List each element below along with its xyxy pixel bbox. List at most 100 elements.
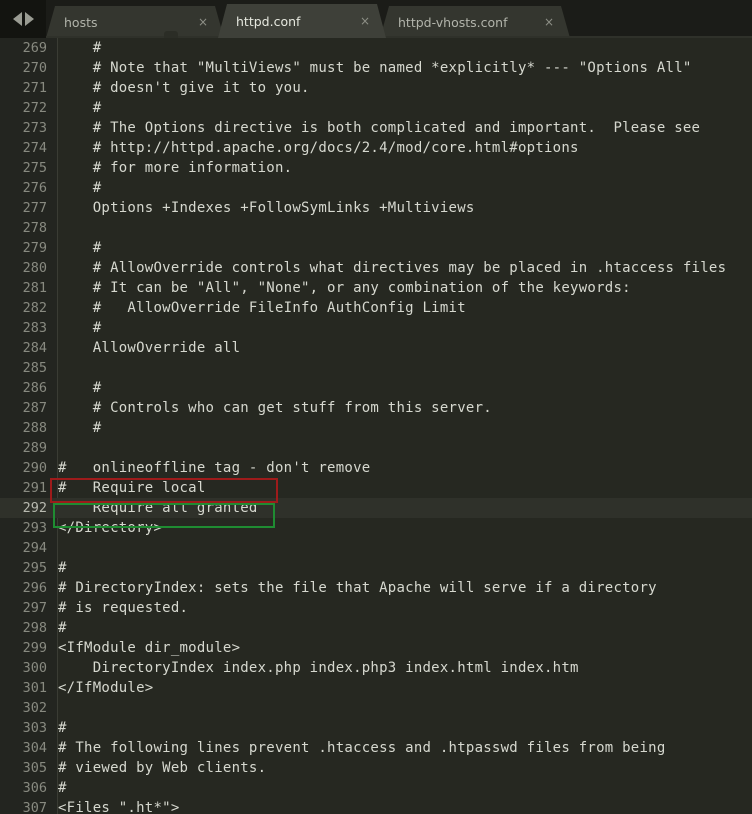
code-line[interactable]: 293 </Directory> — [0, 518, 752, 538]
code-line[interactable]: 298 # — [0, 618, 752, 638]
code-line-text[interactable]: # — [58, 778, 67, 798]
code-line-text[interactable]: # for more information. — [58, 158, 292, 178]
code-line[interactable]: 297 # is requested. — [0, 598, 752, 618]
line-number: 301 — [22, 680, 47, 696]
tab-httpd-vhosts-conf[interactable]: httpd-vhosts.conf × — [380, 6, 570, 38]
code-line[interactable]: 286 # — [0, 378, 752, 398]
line-number: 304 — [22, 740, 47, 756]
code-line[interactable]: 295 # — [0, 558, 752, 578]
code-line-text[interactable]: # — [58, 38, 101, 58]
code-line-text[interactable]: Options +Indexes +FollowSymLinks +Multiv… — [58, 198, 475, 218]
code-line[interactable]: 299 <IfModule dir_module> — [0, 638, 752, 658]
code-line[interactable]: 307 <Files ".ht*"> — [0, 798, 752, 814]
code-line-text[interactable]: # Require local — [58, 478, 206, 498]
code-line-text[interactable]: # DirectoryIndex: sets the file that Apa… — [58, 578, 657, 598]
code-line-text[interactable]: # — [58, 558, 67, 578]
code-line[interactable]: 305 # viewed by Web clients. — [0, 758, 752, 778]
code-line-text[interactable]: # AllowOverride FileInfo AuthConfig Limi… — [58, 298, 466, 318]
tab-close-icon[interactable]: × — [360, 14, 370, 28]
line-number: 269 — [22, 40, 47, 56]
code-line-text[interactable]: Require all granted — [58, 498, 258, 518]
code-line-text[interactable]: # Controls who can get stuff from this s… — [58, 398, 492, 418]
code-line[interactable]: 303 # — [0, 718, 752, 738]
tab-label: httpd-vhosts.conf — [398, 14, 508, 30]
code-line[interactable]: 291 # Require local — [0, 478, 752, 498]
code-line-text[interactable]: # — [58, 318, 101, 338]
code-line[interactable]: 290 # onlineoffline tag - don't remove — [0, 458, 752, 478]
tab-close-icon[interactable]: × — [544, 15, 554, 29]
tab-nav-arrows[interactable] — [0, 0, 46, 38]
code-line[interactable]: 272 # — [0, 98, 752, 118]
code-line-text[interactable]: # The Options directive is both complica… — [58, 118, 700, 138]
line-number: 273 — [22, 120, 47, 136]
code-line[interactable]: 302 — [0, 698, 752, 718]
code-line[interactable]: 306 # — [0, 778, 752, 798]
code-line[interactable]: 278 — [0, 218, 752, 238]
line-number: 287 — [22, 400, 47, 416]
code-line[interactable]: 277 Options +Indexes +FollowSymLinks +Mu… — [0, 198, 752, 218]
code-editor[interactable]: 269 #270 # Note that "MultiViews" must b… — [0, 38, 752, 814]
code-line[interactable]: 275 # for more information. — [0, 158, 752, 178]
code-line-text[interactable]: # The following lines prevent .htaccess … — [58, 738, 666, 758]
code-line-text[interactable]: # It can be "All", "None", or any combin… — [58, 278, 631, 298]
code-line[interactable]: 273 # The Options directive is both comp… — [0, 118, 752, 138]
code-line-text[interactable]: # Note that "MultiViews" must be named *… — [58, 58, 692, 78]
code-line-text[interactable]: # is requested. — [58, 598, 188, 618]
line-number: 307 — [22, 800, 47, 814]
code-line-text[interactable]: # — [58, 378, 101, 398]
triangle-left-icon[interactable] — [12, 12, 22, 26]
line-number: 277 — [22, 200, 47, 216]
code-line-text[interactable]: # — [58, 418, 101, 438]
code-line-text[interactable]: DirectoryIndex index.php index.php3 inde… — [58, 658, 579, 678]
code-line-text[interactable]: # viewed by Web clients. — [58, 758, 266, 778]
code-line[interactable]: 280 # AllowOverride controls what direct… — [0, 258, 752, 278]
code-line[interactable]: 292 Require all granted — [0, 498, 752, 518]
tab-httpd-conf[interactable]: httpd.conf × — [218, 4, 386, 38]
code-line[interactable]: 287 # Controls who can get stuff from th… — [0, 398, 752, 418]
code-line-text[interactable]: # — [58, 98, 101, 118]
code-line[interactable]: 301 </IfModule> — [0, 678, 752, 698]
code-line-text[interactable]: <IfModule dir_module> — [58, 638, 240, 658]
line-number: 284 — [22, 340, 47, 356]
code-lines[interactable]: 269 #270 # Note that "MultiViews" must b… — [0, 38, 752, 814]
code-line[interactable]: 304 # The following lines prevent .htacce… — [0, 738, 752, 758]
code-line[interactable]: 279 # — [0, 238, 752, 258]
line-number: 289 — [22, 440, 47, 456]
line-number: 280 — [22, 260, 47, 276]
code-line-text[interactable]: # doesn't give it to you. — [58, 78, 310, 98]
code-line-text[interactable]: AllowOverride all — [58, 338, 240, 358]
code-line-text[interactable]: # http://httpd.apache.org/docs/2.4/mod/c… — [58, 138, 579, 158]
code-line[interactable]: 274 # http://httpd.apache.org/docs/2.4/m… — [0, 138, 752, 158]
line-number: 302 — [22, 700, 47, 716]
code-line[interactable]: 289 — [0, 438, 752, 458]
code-line[interactable]: 282 # AllowOverride FileInfo AuthConfig … — [0, 298, 752, 318]
code-line[interactable]: 283 # — [0, 318, 752, 338]
code-line-text[interactable]: # — [58, 178, 101, 198]
line-number: 299 — [22, 640, 47, 656]
code-line-text[interactable]: # onlineoffline tag - don't remove — [58, 458, 370, 478]
code-line-text[interactable]: </IfModule> — [58, 678, 153, 698]
tab-close-icon[interactable]: × — [198, 15, 208, 29]
code-line-text[interactable]: # — [58, 238, 101, 258]
code-line[interactable]: 281 # It can be "All", "None", or any co… — [0, 278, 752, 298]
triangle-right-icon[interactable] — [24, 12, 34, 26]
code-line[interactable]: 294 — [0, 538, 752, 558]
code-line[interactable]: 270 # Note that "MultiViews" must be nam… — [0, 58, 752, 78]
code-line-text[interactable]: # — [58, 718, 67, 738]
code-line[interactable]: 296 # DirectoryIndex: sets the file that … — [0, 578, 752, 598]
code-line-text[interactable]: <Files ".ht*"> — [58, 798, 180, 814]
code-line[interactable]: 276 # — [0, 178, 752, 198]
code-line[interactable]: 285 — [0, 358, 752, 378]
tab-hosts[interactable]: hosts × — [46, 6, 224, 38]
code-line[interactable]: 271 # doesn't give it to you. — [0, 78, 752, 98]
editor-window: hosts × httpd.conf × httpd-vhosts.conf ×… — [0, 0, 752, 814]
code-line-text[interactable]: </Directory> — [58, 518, 162, 538]
code-line-text[interactable]: # — [58, 618, 67, 638]
code-line[interactable]: 269 # — [0, 38, 752, 58]
code-line[interactable]: 284 AllowOverride all — [0, 338, 752, 358]
code-line[interactable]: 300 DirectoryIndex index.php index.php3 … — [0, 658, 752, 678]
code-line[interactable]: 288 # — [0, 418, 752, 438]
code-line-text[interactable]: # AllowOverride controls what directives… — [58, 258, 726, 278]
line-number: 276 — [22, 180, 47, 196]
line-number: 294 — [22, 540, 47, 556]
